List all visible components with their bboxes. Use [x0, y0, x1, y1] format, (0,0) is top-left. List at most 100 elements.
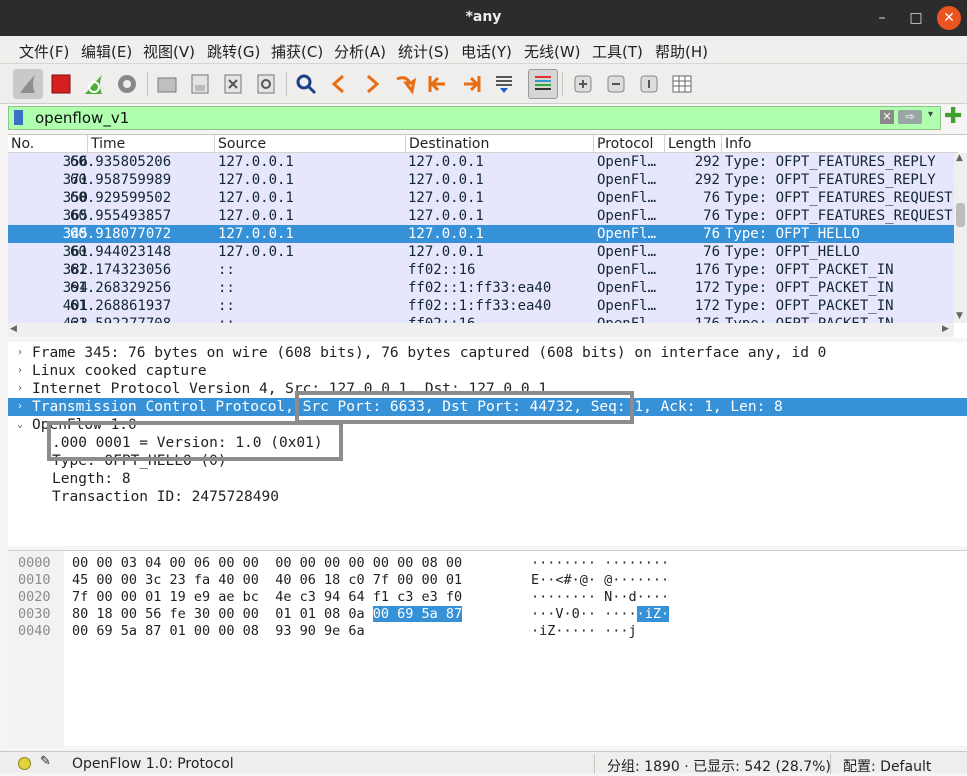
window-titlebar: *any – □ ✕ — [0, 0, 967, 36]
packet-info-cell: Type: OFPT_FEATURES_REQUEST — [725, 208, 953, 224]
expand-arrow-icon[interactable]: › — [14, 398, 26, 416]
packet-source-cell: :: — [218, 280, 235, 296]
menu-analyze[interactable]: 分析(A) — [334, 41, 386, 62]
bytes-row[interactable]: 0000 00 00 03 04 00 06 00 00 00 00 00 00 … — [8, 555, 967, 572]
restart-capture-icon[interactable] — [79, 69, 109, 99]
packet-row[interactable]: 361 60.944023148 127.0.0.1 127.0.0.1 OpenFl…… — [8, 243, 954, 261]
packet-row[interactable]: 394 61.268329256:: ff02::1:ff33:ea40 OpenFl… — [8, 279, 954, 297]
menu-help[interactable]: 帮助(H) — [655, 41, 708, 62]
bytes-ascii: ·iZ····· ···j — [531, 623, 637, 640]
maximize-icon[interactable]: □ — [904, 6, 928, 30]
status-packet-count: 分组: 1890 · 已显示: 542 (28.7%) — [607, 759, 831, 775]
scroll-down-icon[interactable]: ▼ — [956, 311, 963, 321]
clear-filter-icon[interactable]: ✕ — [880, 110, 894, 124]
bytes-ascii-text: E··<#·@· @······· — [531, 572, 670, 588]
detail-row[interactable]: › Linux cooked capture — [8, 362, 967, 380]
go-forward-icon[interactable] — [357, 69, 387, 99]
menu-bar: 文件(F) 编辑(E) 视图(V) 跳转(G) 捕获(C) 分析(A) 统计(S… — [0, 36, 967, 64]
menu-statistics[interactable]: 统计(S) — [398, 41, 449, 62]
detail-row[interactable]: › Frame 345: 76 bytes on wire (608 bits),… — [8, 344, 967, 362]
colorize-icon[interactable] — [528, 69, 558, 99]
add-filter-button-icon[interactable]: ✚ — [944, 104, 962, 129]
expand-arrow-icon[interactable]: › — [14, 344, 26, 362]
bytes-row[interactable]: 0040 00 69 5a 87 01 00 00 08 93 90 9e 6a ·… — [8, 623, 967, 640]
go-first-icon[interactable] — [423, 69, 453, 99]
packet-row[interactable]: 43361.592277708::ff02::16OpenFl…176Type:… — [8, 315, 954, 323]
filter-bookmark-icon[interactable] — [14, 110, 23, 125]
scroll-left-icon[interactable]: ◀ — [10, 324, 17, 334]
packet-row[interactable]: 350 60.929599502 127.0.0.1 127.0.0.1 OpenFl…… — [8, 189, 954, 207]
packet-row[interactable]: 356 60.935805206 127.0.0.1 127.0.0.1 OpenFl…… — [8, 153, 954, 171]
menu-telephony[interactable]: 电话(Y) — [461, 41, 512, 62]
go-back-icon[interactable] — [324, 69, 354, 99]
autoscroll-icon[interactable] — [489, 69, 519, 99]
packet-list-vertical-scrollbar[interactable]: ▲ ▼ — [954, 153, 967, 323]
packet-row[interactable]: 365 60.955493857 127.0.0.1 127.0.0.1 OpenFl…… — [8, 207, 954, 225]
status-bar: ✎ OpenFlow 1.0: Protocol 分组: 1890 · 已显示:… — [0, 751, 967, 776]
column-header-protocol[interactable]: Protocol — [594, 135, 665, 153]
packet-row[interactable]: 345 60.918077072 127.0.0.1 127.0.0.1 OpenFl…… — [8, 225, 954, 243]
capture-comment-edit-icon[interactable]: ✎ — [40, 754, 51, 769]
packet-row[interactable]: 401 61.268861937:: ff02::1:ff33:ea40 OpenFl… — [8, 297, 954, 315]
find-packet-icon[interactable] — [291, 69, 321, 99]
expert-info-led-icon[interactable] — [18, 757, 31, 770]
menu-capture[interactable]: 捕获(C) — [271, 41, 323, 62]
bytes-row[interactable]: 0030 80 18 00 56 fe 30 00 00 01 01 08 0a … — [8, 606, 967, 623]
close-file-icon[interactable] — [218, 69, 248, 99]
column-header-length[interactable]: Length — [665, 135, 722, 153]
menu-view[interactable]: 视图(V) — [143, 41, 195, 62]
bytes-row[interactable]: 0010 45 00 00 3c 23 fa 40 00 40 06 18 c0 … — [8, 572, 967, 589]
shark-fin-start-icon[interactable] — [13, 69, 43, 99]
packet-destination-cell: ff02::16 — [408, 315, 475, 323]
display-filter-input[interactable] — [31, 107, 876, 129]
packet-list-horizontal-scrollbar[interactable]: ◀ ▶ — [8, 323, 954, 337]
menu-edit[interactable]: 编辑(E) — [81, 41, 132, 62]
normal-size-icon[interactable] — [634, 69, 664, 99]
detail-row[interactable]: Length: 8 — [8, 470, 967, 488]
menu-tools[interactable]: 工具(T) — [592, 41, 643, 62]
open-file-icon[interactable] — [152, 69, 182, 99]
packet-destination-cell: ff02::1:ff33:ea40 — [408, 280, 552, 296]
minimize-icon[interactable]: – — [870, 6, 894, 30]
reload-file-icon[interactable] — [251, 69, 281, 99]
column-header-no[interactable]: No. — [8, 135, 88, 153]
status-profile[interactable]: 配置: Default — [843, 756, 931, 776]
column-header-info[interactable]: Info — [722, 135, 958, 153]
capture-options-gear-icon[interactable] — [112, 69, 142, 99]
menu-go[interactable]: 跳转(G) — [207, 41, 260, 62]
menu-wireless[interactable]: 无线(W) — [524, 41, 581, 62]
scroll-right-icon[interactable]: ▶ — [942, 324, 949, 334]
resize-columns-icon[interactable] — [667, 69, 697, 99]
packet-protocol-cell: OpenFl… — [597, 298, 657, 314]
packet-info-cell: Type: OFPT_FEATURES_REQUEST — [725, 190, 953, 206]
expand-arrow-icon[interactable]: › — [14, 362, 26, 380]
go-last-icon[interactable] — [456, 69, 486, 99]
save-file-icon[interactable] — [185, 69, 215, 99]
zoom-in-icon[interactable] — [568, 69, 598, 99]
packet-time-cell: 60.929599502 — [70, 190, 172, 206]
packet-row[interactable]: 371 60.958759989 127.0.0.1 127.0.0.1 OpenFl…… — [8, 171, 954, 189]
stop-capture-icon[interactable] — [46, 69, 76, 99]
scroll-up-icon[interactable]: ▲ — [956, 153, 963, 163]
packet-row[interactable]: 382 61.174323056:: ff02::16 OpenFl… 176 Type:… — [8, 261, 954, 279]
apply-filter-icon[interactable]: ⇨ — [898, 110, 922, 124]
column-header-source[interactable]: Source — [215, 135, 406, 153]
bytes-hex: 00 00 03 04 00 06 00 00 00 00 00 00 00 0… — [72, 555, 462, 572]
packet-destination-cell: 127.0.0.1 — [408, 226, 484, 242]
zoom-out-icon[interactable] — [601, 69, 631, 99]
column-header-time[interactable]: Time — [88, 135, 215, 153]
packet-destination-cell: 127.0.0.1 — [408, 154, 484, 170]
filter-history-dropdown-icon[interactable]: ▾ — [928, 109, 933, 120]
packet-source-cell: 127.0.0.1 — [218, 226, 294, 242]
packet-info-cell: Type: OFPT_PACKET_IN — [725, 280, 894, 296]
bytes-offset: 0000 — [18, 555, 51, 571]
menu-file[interactable]: 文件(F) — [19, 41, 69, 62]
bytes-row[interactable]: 0020 7f 00 00 01 19 e9 ae bc 4e c3 94 64 … — [8, 589, 967, 606]
close-icon[interactable]: ✕ — [937, 6, 961, 30]
expand-arrow-icon[interactable]: › — [14, 380, 26, 398]
scroll-thumb[interactable] — [956, 203, 965, 227]
go-to-packet-icon[interactable] — [390, 69, 420, 99]
column-header-destination[interactable]: Destination — [406, 135, 594, 153]
collapse-arrow-icon[interactable]: ⌄ — [14, 416, 26, 434]
detail-row[interactable]: Transaction ID: 2475728490 — [8, 488, 967, 506]
